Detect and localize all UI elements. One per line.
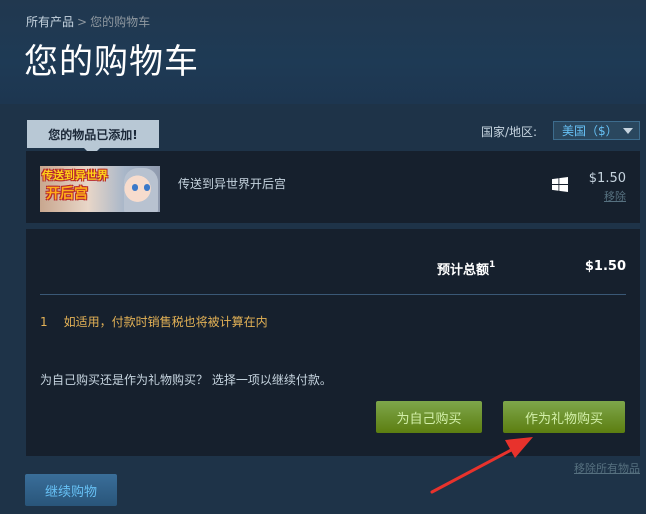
estimated-total-value: $1.50	[584, 259, 626, 274]
thumbnail-character-eye	[144, 184, 150, 191]
breadcrumb-separator: >	[77, 15, 88, 29]
remove-all-items-link[interactable]: 移除所有物品	[564, 460, 640, 476]
buy-for-self-button[interactable]: 为自己购买	[376, 401, 482, 433]
region-label: 国家/地区:	[481, 125, 538, 139]
thumbnail-title-line1: 传送到异世界	[42, 169, 108, 182]
region-select[interactable]: 美国（$）	[553, 121, 640, 140]
cart-item-name[interactable]: 传送到异世界开后宫	[178, 175, 286, 192]
windows-icon	[552, 177, 568, 192]
region-select-value: 美国（$）	[562, 124, 618, 138]
estimated-total-text: 预计总额	[437, 263, 490, 278]
breadcrumb-current: 您的购物车	[90, 15, 151, 29]
tax-note-text: 如适用，付款时销售税也将被计算在内	[63, 315, 268, 329]
purchase-prompt: 为自己购买还是作为礼物购买？ 选择一项以继续付款。	[40, 373, 332, 387]
page-title: 您的购物车	[24, 42, 199, 82]
remove-item-link[interactable]: 移除	[580, 188, 626, 204]
game-thumbnail[interactable]: 传送到异世界 开后宫	[40, 166, 160, 212]
buy-as-gift-button[interactable]: 作为礼物购买	[503, 401, 625, 433]
cart-item-price: $1.50	[588, 171, 626, 186]
continue-shopping-button[interactable]: 继续购物	[25, 474, 117, 506]
estimated-total-label: 预计总额1	[437, 259, 495, 278]
chevron-down-icon	[623, 128, 633, 134]
breadcrumb-all-products[interactable]: 所有产品	[26, 15, 74, 29]
tax-note-number: 1	[40, 315, 48, 329]
thumbnail-character-eye	[132, 184, 138, 191]
thumbnail-character	[124, 168, 158, 212]
thumbnail-title-line2: 开后宫	[46, 186, 88, 202]
breadcrumb: 所有产品 > 您的购物车	[26, 13, 150, 30]
summary-divider	[40, 294, 626, 295]
item-added-notice: 您的物品已添加!	[27, 120, 159, 148]
estimated-total-footnote: 1	[489, 259, 496, 270]
tax-note: 1 如适用，付款时销售税也将被计算在内	[40, 313, 268, 330]
